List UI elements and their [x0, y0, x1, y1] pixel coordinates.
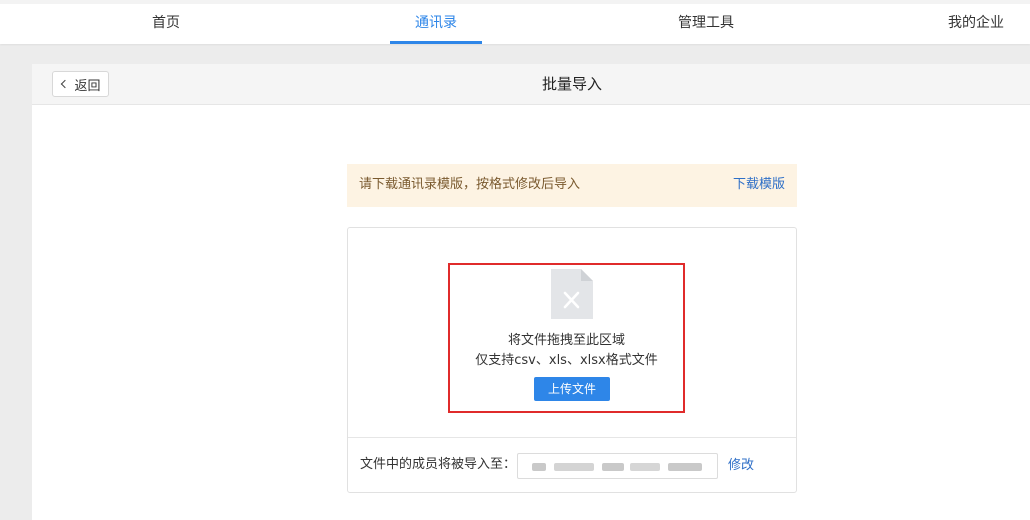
- back-button[interactable]: 返回: [52, 71, 109, 97]
- import-destination-field: [517, 453, 718, 479]
- supported-formats-text: 仅支持csv、xls、xlsx格式文件: [475, 353, 658, 368]
- file-dropzone[interactable]: 将文件拖拽至此区域 仅支持csv、xls、xlsx格式文件 上传文件: [448, 263, 685, 413]
- top-nav: 首页 通讯录 管理工具 我的企业: [0, 0, 1030, 44]
- redacted-text: [602, 463, 624, 471]
- excel-file-icon: [551, 269, 593, 319]
- panel-divider: [348, 437, 796, 438]
- download-template-link[interactable]: 下载模版: [733, 164, 785, 206]
- upload-panel: 将文件拖拽至此区域 仅支持csv、xls、xlsx格式文件 上传文件 文件中的成…: [347, 227, 797, 493]
- drop-hint-text: 将文件拖拽至此区域: [507, 333, 625, 348]
- chevron-left-icon: [61, 79, 70, 89]
- redacted-text: [668, 463, 702, 471]
- active-tab-underline: [390, 41, 482, 44]
- tab-management-tools[interactable]: 管理工具: [660, 4, 752, 44]
- tab-contacts[interactable]: 通讯录: [390, 4, 482, 44]
- page-title: 批量导入: [541, 75, 602, 93]
- template-notice: 请下载通讯录模版，按格式修改后导入 下载模版: [347, 164, 797, 207]
- card-header: 批量导入 返回: [32, 64, 1030, 105]
- tab-home[interactable]: 首页: [120, 4, 212, 44]
- redacted-text: [532, 463, 546, 471]
- redacted-text: [554, 463, 594, 471]
- tab-my-enterprise[interactable]: 我的企业: [930, 4, 1022, 44]
- import-destination-label: 文件中的成员将被导入至：: [360, 457, 517, 472]
- main-card: 批量导入 返回 请下载通讯录模版，按格式修改后导入 下载模版 将文件拖拽至此区域…: [32, 64, 1030, 520]
- modify-destination-link[interactable]: 修改: [728, 453, 754, 479]
- notice-text: 请下载通讯录模版，按格式修改后导入: [359, 177, 581, 192]
- upload-file-button[interactable]: 上传文件: [534, 377, 610, 401]
- back-button-label: 返回: [74, 78, 101, 94]
- redacted-text: [630, 463, 660, 471]
